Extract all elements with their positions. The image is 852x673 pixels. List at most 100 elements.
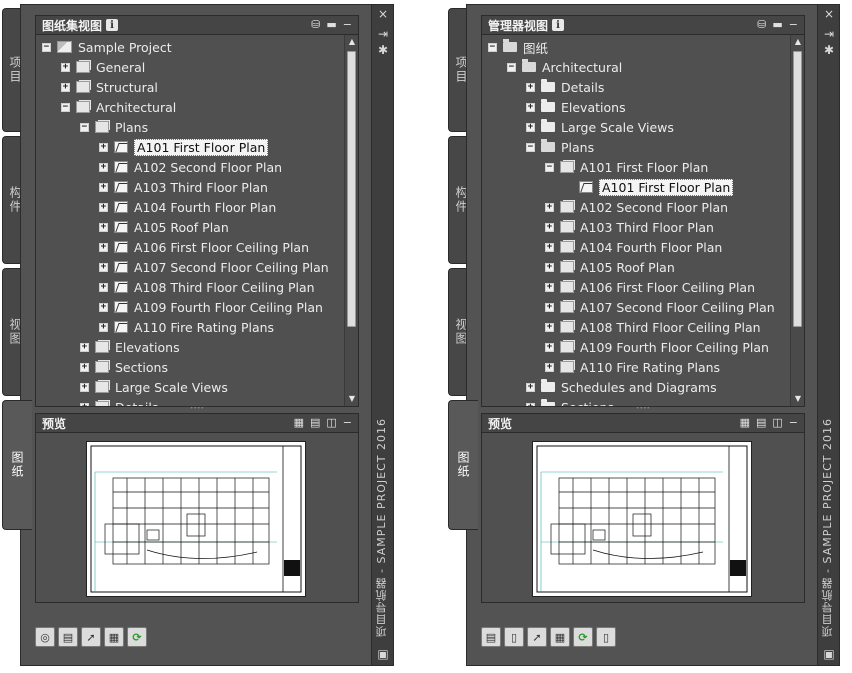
properties-icon[interactable]: ✱ [372,43,394,57]
tree-item-label[interactable]: A103 Third Floor Plan [580,220,714,235]
expand-icon[interactable]: + [61,62,70,72]
tree-row[interactable]: + A109 Fourth Floor Ceiling Plan [545,337,769,357]
tab-sheets[interactable]: 图纸 [2,400,32,530]
tree-item-label[interactable]: A105 Roof Plan [580,260,675,275]
tree-item-label[interactable]: Details [561,80,604,95]
scroll-up-icon[interactable]: ▲ [345,35,358,49]
collapse-icon[interactable]: − [61,102,70,112]
tree-item-label[interactable]: Structural [96,80,158,95]
tree-item-label[interactable]: A108 Third Floor Ceiling Plan [580,320,761,335]
autohide-icon[interactable]: ⇥ [818,27,840,41]
expand-icon[interactable]: + [99,282,108,292]
expand-icon[interactable]: + [545,242,554,252]
new-sheet-icon[interactable]: ▤ [481,627,501,647]
tree-row[interactable]: + Sections [526,397,614,407]
tree-row[interactable]: + A108 Third Floor Ceiling Plan [545,317,761,337]
collapse-icon[interactable]: − [42,42,51,52]
tree-item-label[interactable]: Elevations [561,100,626,115]
tree-item-label[interactable]: A108 Third Floor Ceiling Plan [134,280,315,295]
collapse-icon[interactable]: − [789,417,798,429]
tree-row[interactable]: + A102 Second Floor Plan [545,197,728,217]
expand-icon[interactable]: + [545,322,554,332]
tree-row[interactable]: + A102 Second Floor Plan [99,157,282,177]
refresh-icon[interactable]: ⟳ [127,627,147,647]
expand-icon[interactable]: + [526,122,535,132]
properties-icon[interactable]: ✱ [818,43,840,57]
tree-scrollbar[interactable]: ▲ ▼ [790,35,804,406]
tree-row[interactable]: + A105 Roof Plan [545,257,675,277]
tree-row[interactable]: − Sample Project [42,37,172,57]
expand-icon[interactable]: + [99,162,108,172]
tree-row[interactable]: + Large Scale Views [80,377,228,397]
tree-item-label[interactable]: A105 Roof Plan [134,220,229,235]
details-icon[interactable]: ▤ [310,417,320,429]
tree-item-label[interactable]: Plans [561,140,594,155]
expand-icon[interactable]: + [99,182,108,192]
details-icon[interactable]: ▤ [756,417,766,429]
tree-item-label[interactable]: 图纸 [523,38,548,57]
tree-row[interactable]: + A104 Fourth Floor Plan [99,197,276,217]
expand-icon[interactable]: + [99,302,108,312]
autohide-icon[interactable]: ⇥ [372,27,394,41]
tree-item-label[interactable]: A107 Second Floor Ceiling Plan [134,260,329,275]
tree-item-label[interactable]: A109 Fourth Floor Ceiling Plan [580,340,769,355]
collapse-icon[interactable]: − [789,19,798,31]
expand-icon[interactable]: + [545,222,554,232]
tree-row[interactable]: + A109 Fourth Floor Ceiling Plan [99,297,323,317]
close-icon[interactable]: × [818,7,840,21]
tree-item-label[interactable]: A109 Fourth Floor Ceiling Plan [134,300,323,315]
tree-row[interactable]: + Schedules and Diagrams [526,377,717,397]
sheet-set-icon[interactable]: ◎ [35,627,55,647]
tree-item-label[interactable]: Elevations [115,340,180,355]
tree-item-label[interactable]: General [96,60,145,75]
tree-row[interactable]: + Sections [80,357,168,377]
tab-sheets[interactable]: 图纸 [448,400,478,530]
close-icon[interactable]: × [372,7,394,21]
tree-row[interactable]: + A108 Third Floor Ceiling Plan [99,277,315,297]
properties-icon[interactable]: ▦ [104,627,124,647]
expand-icon[interactable]: + [80,362,89,372]
tree-item-label[interactable]: A102 Second Floor Plan [134,160,282,175]
sheet-tree[interactable]: ▲ ▼ − 图纸 − Architectural + Details + Elevations… [481,35,805,407]
tree-row[interactable]: − Plans [526,137,594,157]
scroll-down-icon[interactable]: ▼ [791,392,804,406]
tree-row[interactable]: + A107 Second Floor Ceiling Plan [99,257,329,277]
expand-icon[interactable]: + [99,322,108,332]
new-sheet-icon[interactable]: ▤ [58,627,78,647]
sheet-tree[interactable]: ▲ ▼ − Sample Project + General + Structural − A… [35,35,359,407]
properties-icon[interactable]: ▦ [550,627,570,647]
expand-icon[interactable]: + [545,342,554,352]
tree-row[interactable]: + A106 First Floor Ceiling Plan [545,277,755,297]
expand-icon[interactable]: + [99,242,108,252]
tree-row[interactable]: A101 First Floor Plan [564,177,734,197]
tree-item-label[interactable]: Sections [561,400,614,407]
expand-icon[interactable]: + [545,302,554,312]
tree-row[interactable]: + A103 Third Floor Plan [99,177,268,197]
tree-item-label[interactable]: Large Scale Views [561,120,674,135]
folder-icon[interactable]: ▬ [326,19,336,31]
tree-row[interactable]: + A106 First Floor Ceiling Plan [99,237,309,257]
info-icon[interactable]: i [106,19,119,31]
expand-icon[interactable]: + [61,82,70,92]
publish-icon[interactable]: ➚ [527,627,547,647]
collapse-icon[interactable]: − [343,417,352,429]
tree-item-label[interactable]: A106 First Floor Ceiling Plan [580,280,755,295]
tree-row[interactable]: − A101 First Floor Plan [545,157,708,177]
tree-row[interactable]: + General [61,57,145,77]
collapse-icon[interactable]: − [488,42,497,52]
expand-icon[interactable]: + [545,362,554,372]
tree-row[interactable]: − Architectural [507,57,622,77]
tree-item-label[interactable]: Sections [115,360,168,375]
tree-row[interactable]: + A110 Fire Rating Plans [545,357,720,377]
tree-item-label[interactable]: A104 Fourth Floor Plan [580,240,722,255]
palette-menu-icon[interactable]: ▣ [372,647,394,661]
tree-row[interactable]: + Elevations [526,97,626,117]
tree-item-label[interactable]: A104 Fourth Floor Plan [134,200,276,215]
new-folder-icon[interactable]: ▯ [504,627,524,647]
tree-item-label[interactable]: A101 First Floor Plan [134,138,269,156]
publish-icon[interactable]: ⛁ [757,19,766,31]
tree-item-label[interactable]: A110 Fire Rating Plans [134,320,274,335]
tree-row[interactable]: + Details [526,77,604,97]
scroll-up-icon[interactable]: ▲ [791,35,804,49]
palette-menu-icon[interactable]: ▣ [818,647,840,661]
